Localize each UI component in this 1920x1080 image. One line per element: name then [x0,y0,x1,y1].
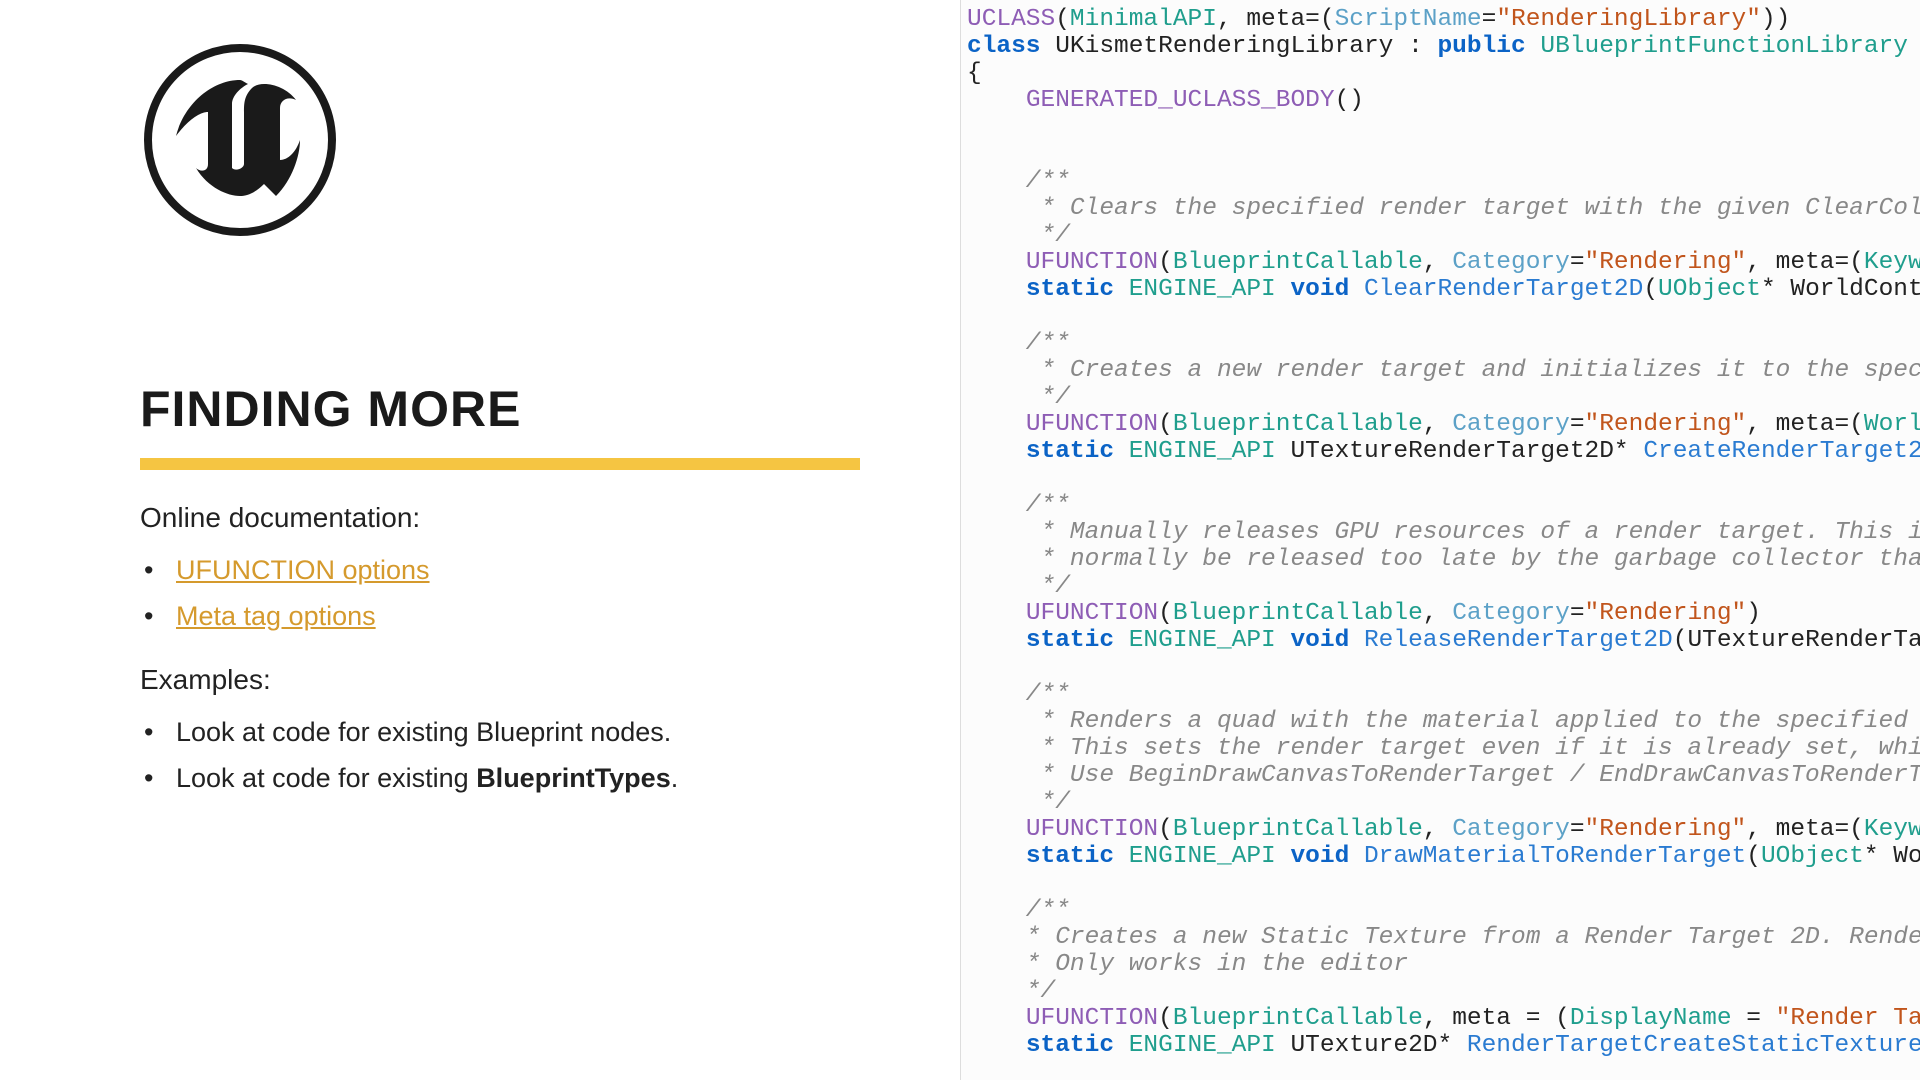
left-column: FINDING MORE Online documentation: UFUNC… [0,0,960,1080]
subheading-documentation: Online documentation: [140,502,840,534]
example-text-bold: BlueprintTypes [476,763,671,793]
source-code: UCLASS(MinimalAPI, meta=(ScriptName="Ren… [961,0,1920,1059]
unreal-logo-icon [140,40,840,240]
meta-tag-options-link[interactable]: Meta tag options [176,601,376,631]
example-text-post: . [671,763,679,793]
example-text-pre: Look at code for existing [176,763,476,793]
slide: FINDING MORE Online documentation: UFUNC… [0,0,1920,1080]
slide-title: FINDING MORE [140,380,840,438]
code-panel: UCLASS(MinimalAPI, meta=(ScriptName="Ren… [960,0,1920,1080]
example-text: Look at code for existing Blueprint node… [176,717,671,747]
subheading-examples: Examples: [140,664,840,696]
title-underline [140,458,860,470]
list-item: Look at code for existing BlueprintTypes… [140,756,840,802]
list-item: Meta tag options [140,594,840,640]
examples-list: Look at code for existing Blueprint node… [140,710,840,802]
ufunction-options-link[interactable]: UFUNCTION options [176,555,430,585]
links-list: UFUNCTION options Meta tag options [140,548,840,640]
list-item: Look at code for existing Blueprint node… [140,710,840,756]
list-item: UFUNCTION options [140,548,840,594]
